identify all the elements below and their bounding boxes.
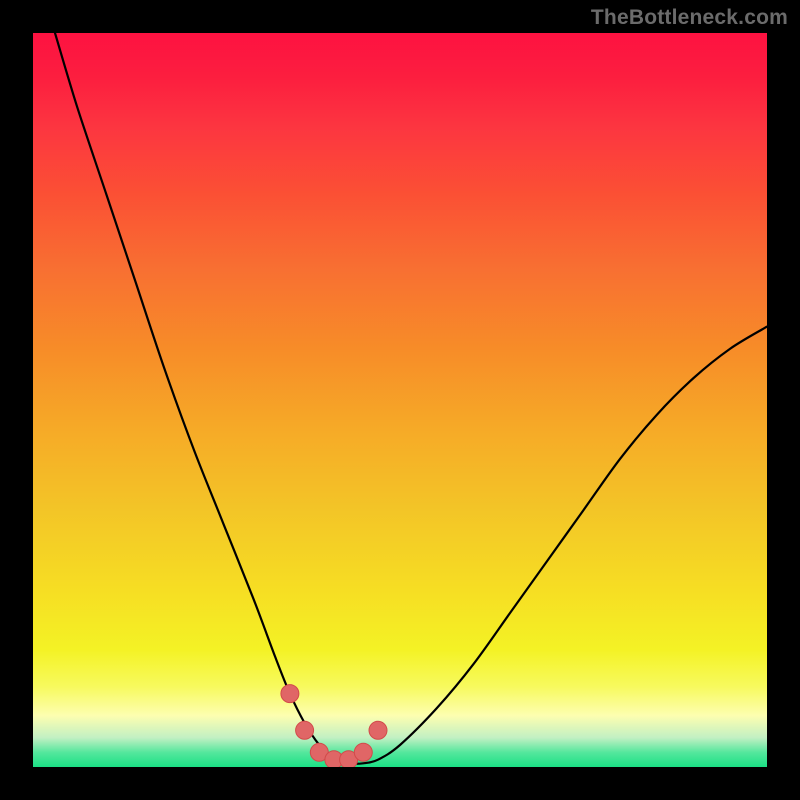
- plot-area: [33, 33, 767, 767]
- bottleneck-curve: [55, 33, 767, 764]
- curve-marker: [281, 685, 299, 703]
- watermark-text: TheBottleneck.com: [591, 6, 788, 30]
- outer-frame: TheBottleneck.com: [0, 0, 800, 800]
- curve-marker: [369, 721, 387, 739]
- chart-overlay: [33, 33, 767, 767]
- curve-marker: [354, 743, 372, 761]
- marker-group: [281, 685, 387, 767]
- curve-marker: [296, 721, 314, 739]
